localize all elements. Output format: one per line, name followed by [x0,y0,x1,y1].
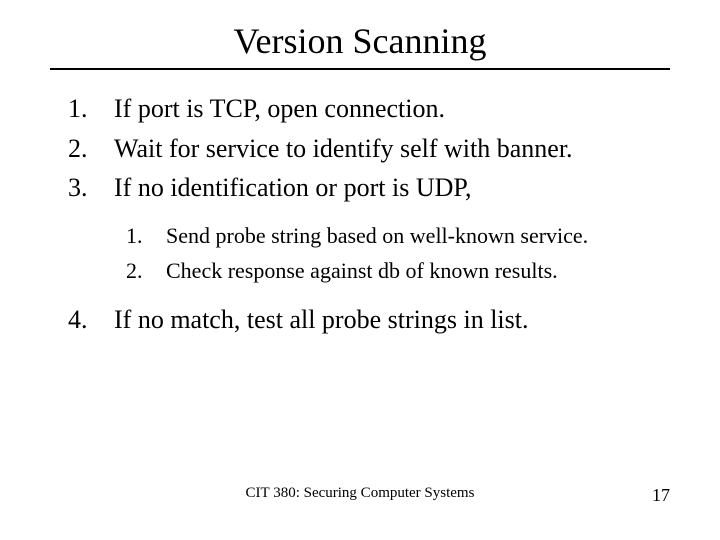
title-divider [50,68,670,70]
list-item: 1. If port is TCP, open connection. [68,90,670,128]
list-number: 2. [68,130,114,168]
list-text: If port is TCP, open connection. [114,90,445,128]
list-item: 1. Send probe string based on well-known… [126,219,670,252]
list-text: Send probe string based on well-known se… [166,219,588,252]
sub-ordered-list: 1. Send probe string based on well-known… [50,219,670,287]
list-item: 2. Wait for service to identify self wit… [68,130,670,168]
list-text: Wait for service to identify self with b… [114,130,573,168]
list-item: 3. If no identification or port is UDP, [68,169,670,207]
footer-course-title: CIT 380: Securing Computer Systems [246,485,475,502]
footer-page-number: 17 [652,485,670,506]
list-number: 1. [126,219,166,252]
list-number: 2. [126,254,166,287]
list-item: 2. Check response against db of known re… [126,254,670,287]
list-number: 3. [68,169,114,207]
main-ordered-list-continued: 4. If no match, test all probe strings i… [50,301,670,339]
list-text: Check response against db of known resul… [166,254,558,287]
slide-title: Version Scanning [50,20,670,62]
slide-footer: CIT 380: Securing Computer Systems 17 [0,485,720,506]
list-text: If no match, test all probe strings in l… [114,301,529,339]
list-item: 4. If no match, test all probe strings i… [68,301,670,339]
main-ordered-list: 1. If port is TCP, open connection. 2. W… [50,90,670,207]
list-number: 4. [68,301,114,339]
list-text: If no identification or port is UDP, [114,169,471,207]
list-number: 1. [68,90,114,128]
